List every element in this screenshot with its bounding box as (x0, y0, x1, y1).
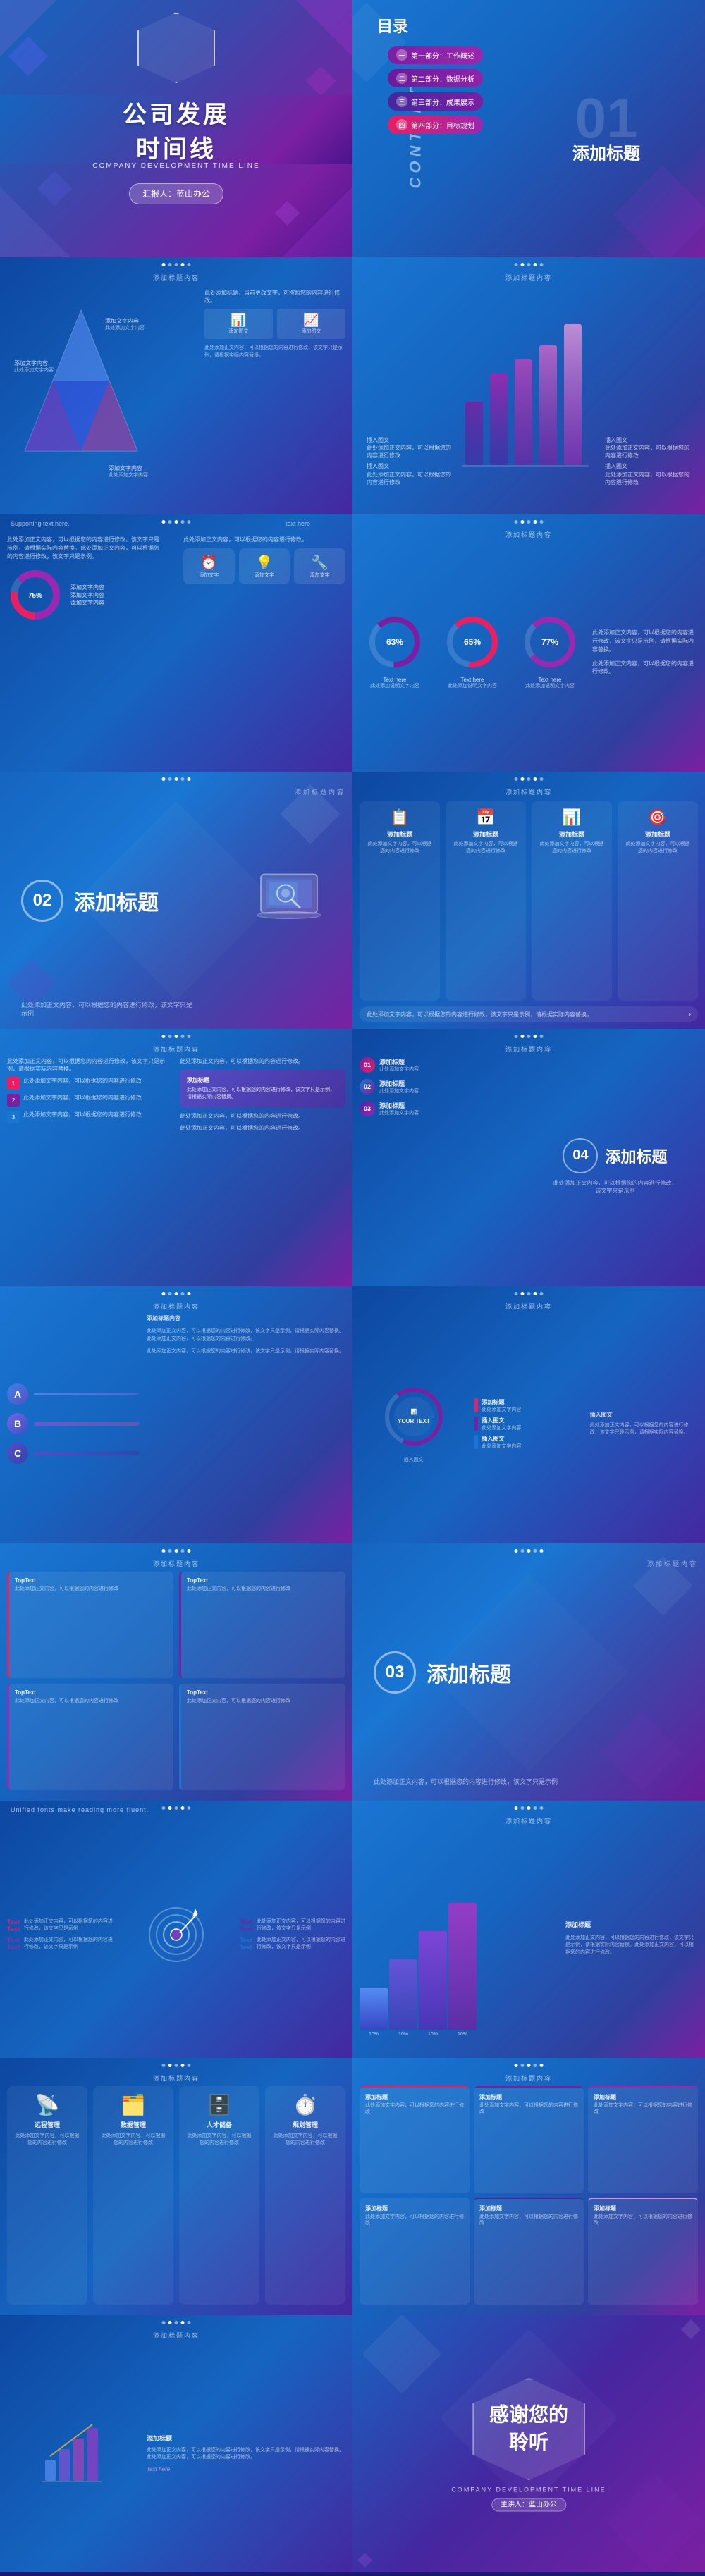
stat-circle-2: 65% (444, 614, 501, 670)
decorative-chart (38, 2417, 109, 2488)
slide-title: 公司发展 时间线 COMPANY DEVELOPMENT TIME LINE 汇… (0, 0, 352, 257)
dots-16 (515, 1806, 544, 1810)
contents-item-3: 三 第三部分：成果展示 (388, 92, 483, 111)
dots-9 (162, 1035, 191, 1038)
final-subtitle: COMPANY DEVELOPMENT TIME LINE (451, 2486, 606, 2493)
slides-container: 公司发展 时间线 COMPANY DEVELOPMENT TIME LINE 汇… (0, 0, 705, 2572)
dots-11 (162, 1292, 191, 1295)
stat-circle-1: 63% (367, 614, 423, 670)
laptop-icon (247, 863, 331, 934)
dots-section-02 (162, 777, 191, 781)
contents-item-1: 一 第一部分：工作概述 (388, 46, 483, 64)
tag-3: 添加标题内容 (153, 273, 200, 282)
section-03-badge: 03 (374, 1651, 416, 1694)
dots-row-5 (162, 520, 191, 524)
slide-final: 感谢您的 聆听 COMPANY DEVELOPMENT TIME LINE 主讲… (352, 2315, 705, 2572)
final-reporter: 主讲人：蓝山办公 (491, 2498, 566, 2511)
dots-8 (515, 777, 544, 781)
svg-text:YOUR TEXT: YOUR TEXT (398, 1418, 430, 1424)
text-here-label: text here (286, 520, 310, 527)
dots-row-4 (515, 263, 544, 266)
slide-16: 添加标题内容 (352, 1801, 705, 2058)
right-big-num: 01 (575, 90, 638, 147)
title-line1: 公司发展 (0, 95, 352, 130)
slide-6: 添加标题内容 63% Text here 此处添加说明文字内容 65% (352, 514, 705, 772)
thanks-text: 感谢您的 (489, 2403, 568, 2427)
slide-10: 添加标题内容 01 添加标题 此处添加文字内容 02 添加标题 此处添加文字内容 (352, 1029, 705, 1286)
slide-section-02: 添加标题内容 02 添加标题 此处添加正文内容，可以根据您的内容进行修改，该文字… (0, 772, 352, 1029)
section-02-num: 02 (33, 891, 52, 911)
donut-chart: 75% (7, 567, 63, 623)
section-num-badge: 02 (21, 880, 63, 922)
slide-17: 添加标题内容 📡 远程管理 此处添加文字内容，可以根据您的内容进行修改 🗂️ 数… (0, 2058, 352, 2315)
contents-item-3-text: 第三部分：成果展示 (411, 97, 474, 107)
slide-13: 添加标题内容 TopText 此处添加正文内容，可以根据您的内容进行修改 Top… (0, 1543, 352, 1801)
slide-15: Unified fonts make reading more fluent. … (0, 1801, 352, 2058)
dots-row-6 (515, 520, 544, 524)
listen-text: 聆听 (509, 2427, 548, 2455)
abc-b: B (7, 1413, 28, 1434)
slide-11: 添加标题内容 A B C (0, 1286, 352, 1543)
slide-3: 添加标题内容 添加文字内容 此处添加文字内容 添加文字内容 此处添加文字内容 (0, 257, 352, 514)
dots-10 (515, 1035, 544, 1038)
contents-item-4-text: 第四部分：目标规划 (411, 120, 474, 130)
section-04-title: 添加标题 (605, 1145, 667, 1167)
tag-9: 添加标题内容 (153, 1044, 200, 1054)
dots-13 (162, 1549, 191, 1553)
svg-text:63%: 63% (386, 637, 403, 647)
slide1-subtitle: COMPANY DEVELOPMENT TIME LINE (92, 162, 259, 170)
contents-item-2: 二 第二部分：数据分析 (388, 69, 483, 87)
contents-item-1-text: 第一部分：工作概述 (411, 50, 474, 61)
dots-12 (515, 1292, 544, 1295)
tag-4: 添加标题内容 (505, 273, 552, 282)
tag-8: 添加标题内容 (505, 787, 552, 796)
dots-row-3 (162, 263, 191, 266)
tag-10: 添加标题内容 (505, 1044, 552, 1054)
supporting-text: Supporting text here. (11, 520, 70, 527)
tag-6: 添加标题内容 (505, 530, 552, 539)
svg-text:65%: 65% (464, 637, 481, 647)
abc-a: A (7, 1383, 28, 1405)
contents-items-list: 一 第一部分：工作概述 二 第二部分：数据分析 三 第三部分：成果展示 四 第四… (388, 46, 483, 139)
tag-12: 添加标题内容 (505, 1302, 552, 1311)
right-add-title: 添加标题 (572, 140, 640, 164)
pct-1: 10% (360, 2032, 388, 2037)
dots-17 (162, 2064, 191, 2067)
svg-text:75%: 75% (28, 592, 42, 600)
slide-9: 添加标题内容 此处添加正文内容，可以根据您的内容进行修改，该文字只是示例，请根据… (0, 1029, 352, 1286)
tag-11: 添加标题内容 (153, 1302, 200, 1311)
dots-15 (162, 1806, 191, 1810)
slide-8: 添加标题内容 📋 添加标题 此处添加文字内容，可以根据您的内容进行修改 📅 添加… (352, 772, 705, 1029)
svg-text:📊: 📊 (410, 1408, 417, 1415)
unified-text: Unified fonts make reading more fluent. (11, 1806, 149, 1813)
contents-item-4: 四 第四部分：目标规划 (388, 116, 483, 134)
slide-12: 添加标题内容 📊 YOUR TEXT 插入图文 (352, 1286, 705, 1543)
your-text-circle: 📊 YOUR TEXT (382, 1385, 446, 1448)
section-04-num: 04 (572, 1147, 588, 1164)
slide-contents: CONTENTS 目录 一 第一部分：工作概述 二 第二部分：数据分析 三 第三… (352, 0, 705, 257)
svg-text:77%: 77% (541, 637, 558, 647)
target-icon (145, 1903, 208, 1966)
section-03-title: 添加标题 (427, 1657, 511, 1688)
slide-19: 添加标题内容 添加标题 此处添加正文内容，可以根据您的内容进行修改，该文字只是示… (0, 2315, 352, 2572)
abc-c: C (7, 1443, 28, 1464)
dots-19 (162, 2321, 191, 2324)
mulu-title: 目录 (377, 18, 408, 35)
reporter-label: 汇报人：蓝山办公 (142, 189, 210, 199)
stat-circle-3: 77% (522, 614, 578, 670)
bar-chart (458, 303, 599, 472)
dots-section-03 (515, 1549, 544, 1553)
text-here-slide19: Text here (147, 2466, 345, 2472)
slide-section-03: 添加标题内容 03 添加标题 此处添加正文内容，可以根据您的内容进行修改，该文字… (352, 1543, 705, 1801)
section-02-title: 添加标题 (74, 885, 159, 916)
dots-18 (515, 2064, 544, 2067)
slide-5: Supporting text here. text here 此处添加正文内容… (0, 514, 352, 772)
section-03-num: 03 (386, 1663, 405, 1682)
contents-item-2-text: 第二部分：数据分析 (411, 73, 474, 84)
slide-4: 添加标题内容 插入图文此处添加正文内容，可以根据您的内容进行修改 插入图文此处添… (352, 257, 705, 514)
slide-18: 添加标题内容 添加标题 此处添加文字内容，可以根据您的内容进行修改 添加标题 此… (352, 2058, 705, 2315)
